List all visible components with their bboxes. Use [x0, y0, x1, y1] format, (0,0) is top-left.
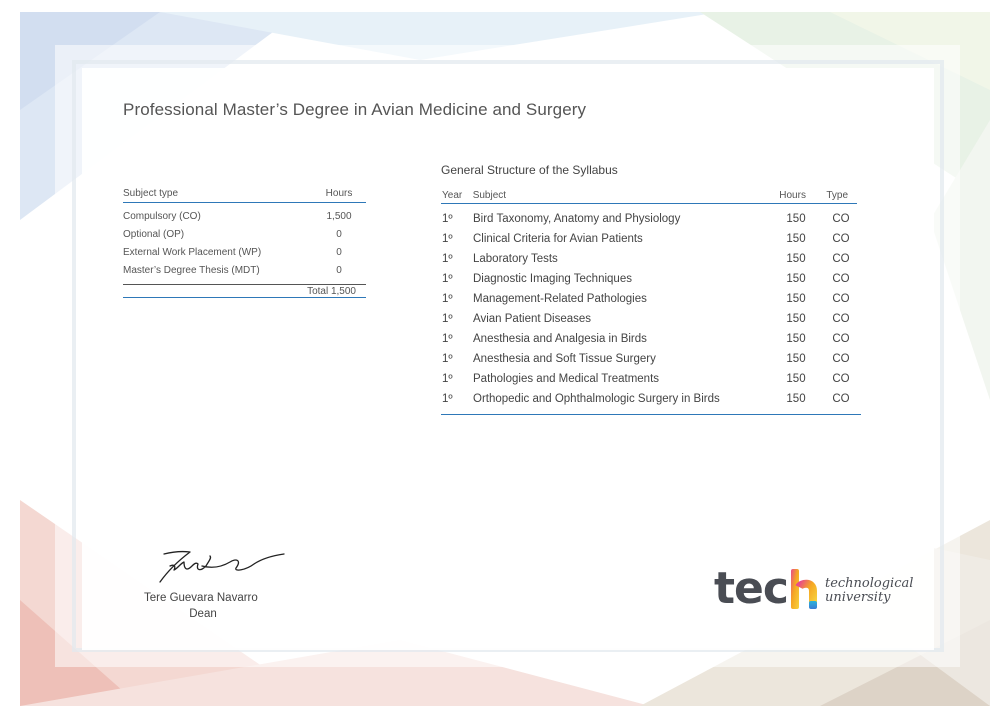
syllabus-bottom-rule [441, 414, 861, 415]
syllabus-hours: 150 [786, 213, 806, 225]
summary-row-hours: 1,500 [326, 210, 352, 222]
summary-row-type: Compulsory (CO) [123, 210, 201, 222]
syllabus-hours: 150 [786, 353, 806, 365]
summary-row: Master’s Degree Thesis (MDT) 0 [123, 261, 366, 279]
signatory-name: Tere Guevara Navarro [144, 592, 258, 604]
syllabus-type: CO [832, 333, 850, 345]
summary-row-type: Master’s Degree Thesis (MDT) [123, 264, 260, 276]
syllabus-hours: 150 [786, 233, 806, 245]
syllabus-hours: 150 [786, 273, 806, 285]
summary-total-row: Total 1,500 [123, 284, 366, 298]
syllabus-subject: Diagnostic Imaging Techniques [473, 273, 632, 285]
syllabus-type: CO [832, 313, 850, 325]
syllabus-year: 1º [442, 213, 453, 225]
syllabus-header-type: Type [826, 189, 849, 201]
syllabus-hours: 150 [786, 393, 806, 405]
syllabus-row: 1º Anesthesia and Analgesia in Birds 150… [441, 329, 861, 349]
syllabus-header-row: Year Subject Hours Type [441, 187, 857, 204]
syllabus-title: General Structure of the Syllabus [441, 163, 618, 177]
syllabus-type: CO [832, 233, 850, 245]
syllabus-header-year: Year [442, 189, 463, 201]
syllabus-subject: Management-Related Pathologies [473, 293, 647, 305]
logo-h-mark-icon [790, 569, 817, 609]
syllabus-year: 1º [442, 293, 453, 305]
syllabus-header-hours: Hours [779, 189, 806, 201]
logo-wordmark: tec [714, 563, 789, 614]
syllabus-type: CO [832, 393, 850, 405]
syllabus-year: 1º [442, 333, 453, 345]
syllabus-subject: Laboratory Tests [473, 253, 558, 265]
syllabus-hours: 150 [786, 313, 806, 325]
syllabus-subject: Bird Taxonomy, Anatomy and Physiology [473, 213, 681, 225]
signatory-role: Dean [189, 608, 217, 620]
syllabus-hours: 150 [786, 293, 806, 305]
syllabus-row: 1º Avian Patient Diseases 150 CO [441, 309, 861, 329]
syllabus-row: 1º Laboratory Tests 150 CO [441, 249, 861, 269]
syllabus-subject: Orthopedic and Ophthalmologic Surgery in… [473, 393, 720, 405]
syllabus-row: 1º Anesthesia and Soft Tissue Surgery 15… [441, 349, 861, 369]
summary-header-row: Subject type Hours [123, 188, 366, 203]
tech-university-logo: tec technological university [714, 561, 913, 611]
syllabus-type: CO [832, 213, 850, 225]
signature-image [159, 550, 285, 583]
syllabus-subject: Anesthesia and Analgesia in Birds [473, 333, 647, 345]
syllabus-year: 1º [442, 253, 453, 265]
logo-tagline-line1: technological [824, 576, 914, 591]
syllabus-year: 1º [442, 353, 453, 365]
syllabus-table: Year Subject Hours Type 1º Bird Taxonomy… [441, 187, 861, 415]
syllabus-year: 1º [442, 233, 453, 245]
syllabus-row: 1º Management-Related Pathologies 150 CO [441, 289, 861, 309]
logo-tagline-line2: university [824, 590, 891, 605]
syllabus-type: CO [832, 353, 850, 365]
summary-row: Optional (OP) 0 [123, 225, 366, 243]
syllabus-hours: 150 [786, 253, 806, 265]
summary-row-hours: 0 [336, 228, 342, 240]
syllabus-row: 1º Orthopedic and Ophthalmologic Surgery… [441, 389, 861, 409]
syllabus-year: 1º [442, 313, 453, 325]
summary-row: Compulsory (CO) 1,500 [123, 207, 366, 225]
syllabus-type: CO [832, 293, 850, 305]
syllabus-subject: Avian Patient Diseases [473, 313, 592, 325]
syllabus-row: 1º Bird Taxonomy, Anatomy and Physiology… [441, 209, 861, 229]
summary-row-hours: 0 [336, 264, 342, 276]
summary-header-type: Subject type [123, 188, 179, 199]
syllabus-type: CO [832, 373, 850, 385]
summary-header-hours: Hours [325, 188, 353, 199]
summary-total: Total 1,500 [307, 286, 356, 297]
summary-row: External Work Placement (WP) 0 [123, 243, 366, 261]
syllabus-header-subject: Subject [472, 189, 507, 201]
summary-row-type: External Work Placement (WP) [123, 246, 262, 258]
syllabus-row: 1º Diagnostic Imaging Techniques 150 CO [441, 269, 861, 289]
syllabus-hours: 150 [786, 373, 806, 385]
syllabus-year: 1º [442, 273, 453, 285]
syllabus-hours: 150 [786, 333, 806, 345]
subject-type-summary-table: Subject type Hours Compulsory (CO) 1,500… [123, 188, 366, 298]
syllabus-type: CO [832, 253, 850, 265]
summary-row-hours: 0 [336, 246, 342, 258]
syllabus-type: CO [832, 273, 850, 285]
syllabus-year: 1º [442, 393, 453, 405]
syllabus-subject: Pathologies and Medical Treatments [473, 373, 660, 385]
syllabus-row: 1º Pathologies and Medical Treatments 15… [441, 369, 861, 389]
syllabus-subject: Anesthesia and Soft Tissue Surgery [473, 353, 656, 365]
summary-row-type: Optional (OP) [123, 228, 185, 240]
syllabus-row: 1º Clinical Criteria for Avian Patients … [441, 229, 861, 249]
syllabus-year: 1º [442, 373, 453, 385]
degree-title: Professional Master’s Degree in Avian Me… [123, 100, 587, 119]
syllabus-subject: Clinical Criteria for Avian Patients [473, 233, 643, 245]
